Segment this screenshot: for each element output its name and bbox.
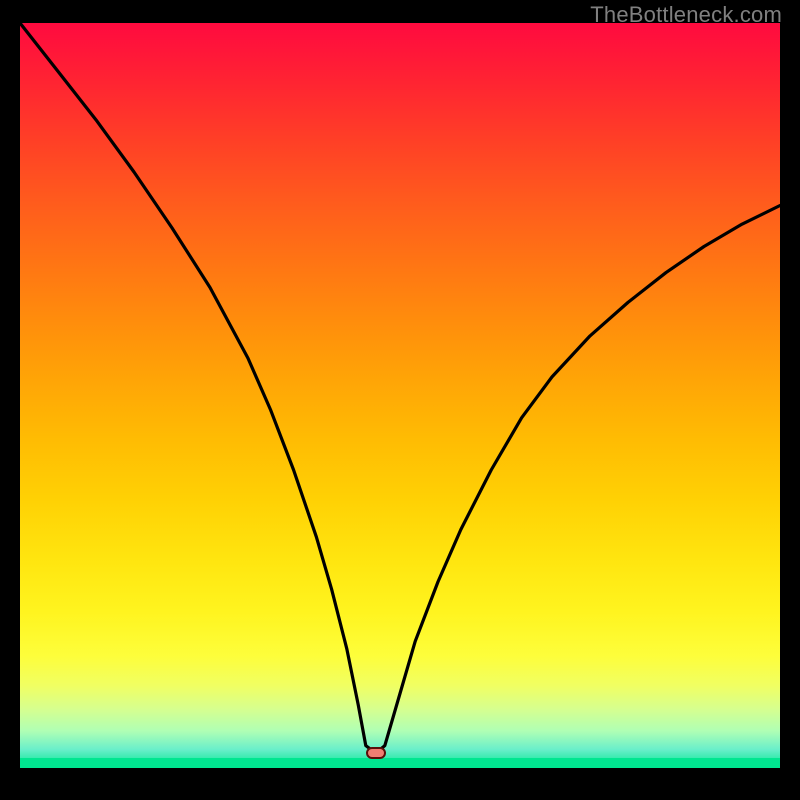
attribution-text: TheBottleneck.com	[590, 2, 782, 28]
baseline-strip	[20, 768, 780, 783]
chart-frame	[20, 23, 780, 783]
optimal-point-marker	[366, 747, 386, 759]
bottleneck-curve	[20, 23, 780, 783]
